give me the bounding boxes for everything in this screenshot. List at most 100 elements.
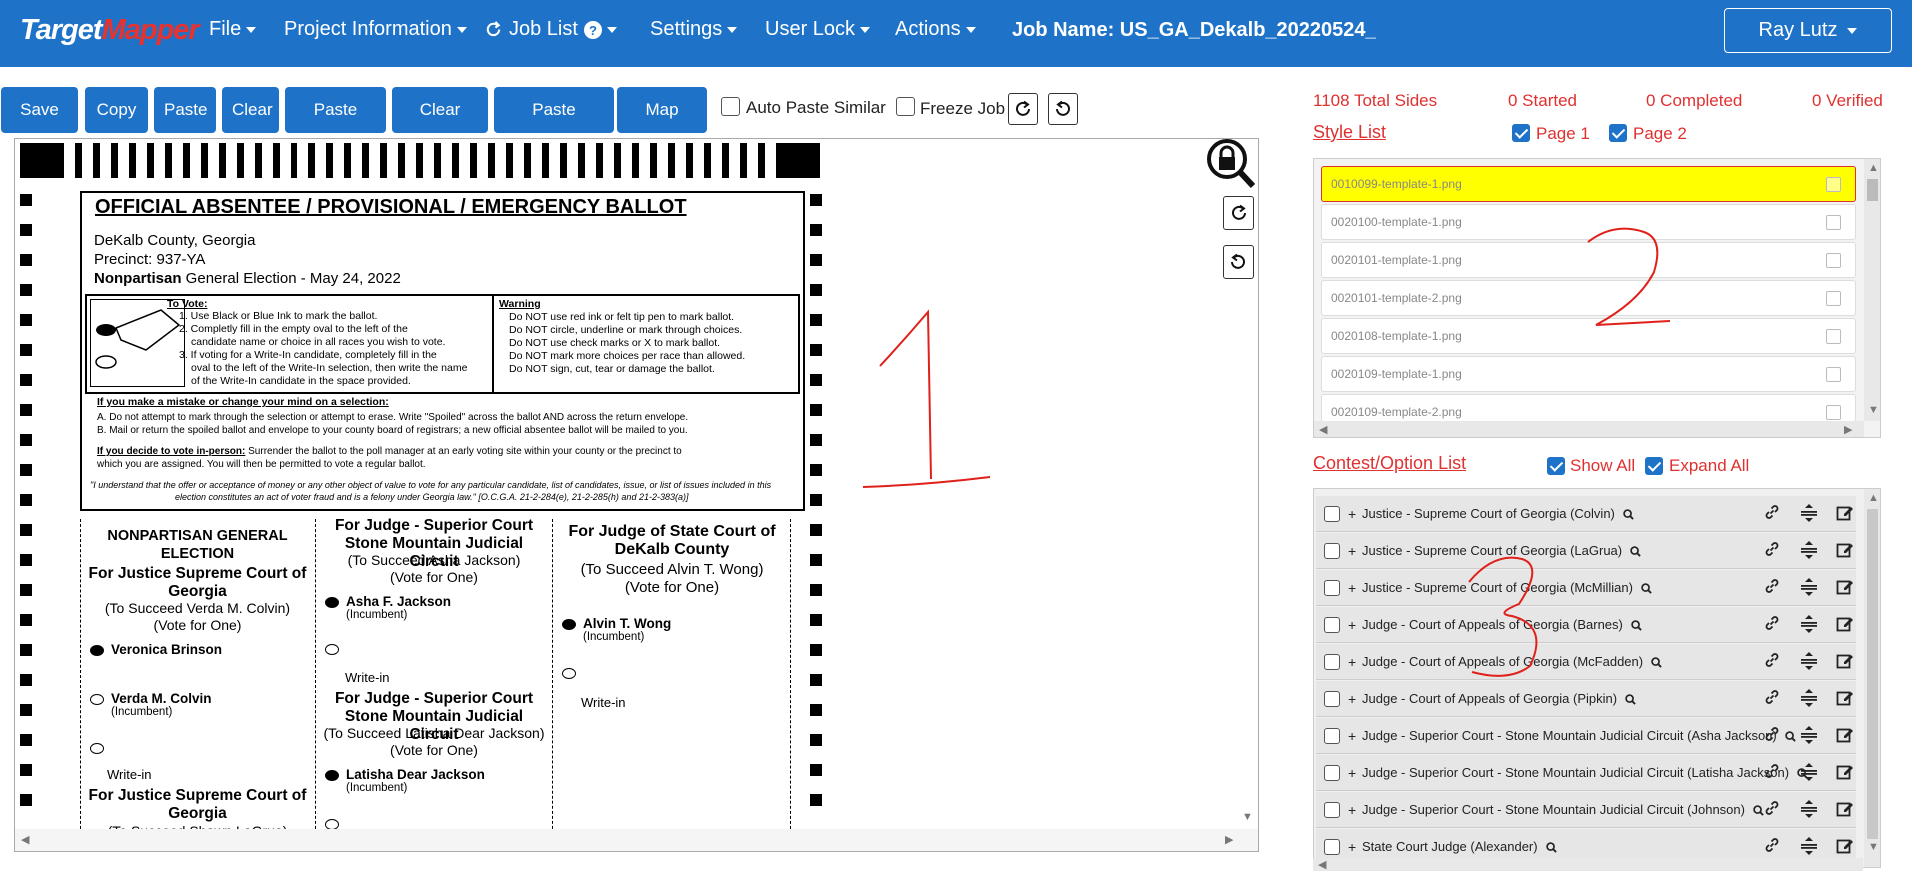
paste-button[interactable]: Paste [154,87,216,133]
edit-icon[interactable] [1836,504,1856,524]
scroll-down-arrow-icon[interactable]: ▼ [1242,811,1253,823]
scroll-right-arrow-icon[interactable]: ▶ [1225,833,1233,846]
rotate-counterclockwise-button[interactable] [1048,93,1078,125]
move-icon[interactable] [1800,762,1820,782]
contest-item-checkbox[interactable] [1324,728,1340,744]
clear-button[interactable]: Clear [222,87,279,133]
scroll-left-arrow-icon[interactable]: ◀ [1319,423,1327,436]
rotate-clockwise-button[interactable] [1008,93,1038,125]
search-icon[interactable] [1625,694,1636,705]
viewer-rotate-ccw-button[interactable] [1223,245,1254,279]
scroll-left-arrow-icon[interactable]: ◀ [1318,858,1326,871]
move-icon[interactable] [1800,614,1820,634]
contest-list-item[interactable]: + Justice - Supreme Court of Georgia (Col… [1316,496,1856,532]
contest-list-item[interactable]: + Judge - Court of Appeals of Georgia (Ba… [1316,607,1856,643]
contest-item-checkbox[interactable] [1324,654,1340,670]
style-item-checkbox[interactable] [1826,215,1841,230]
contest-item-checkbox[interactable] [1324,506,1340,522]
paste-similar-button[interactable]: Paste Similar [494,87,614,165]
edit-icon[interactable] [1836,763,1856,783]
expand-all-checkbox[interactable] [1645,457,1663,475]
style-item-checkbox[interactable] [1826,329,1841,344]
search-icon[interactable] [1753,805,1764,816]
move-icon[interactable] [1800,577,1820,597]
link-icon[interactable] [1764,652,1784,672]
edit-icon[interactable] [1836,800,1856,820]
expand-plus-icon[interactable]: + [1348,607,1356,643]
move-icon[interactable] [1800,725,1820,745]
page2-checkbox[interactable] [1609,124,1627,142]
edit-icon[interactable] [1836,726,1856,746]
move-icon[interactable] [1800,688,1820,708]
expand-plus-icon[interactable]: + [1348,792,1356,828]
scroll-down-arrow-icon[interactable]: ▼ [1868,841,1879,853]
link-icon[interactable] [1764,504,1784,524]
scroll-thumb[interactable] [1867,509,1878,839]
menu-project-information[interactable]: Project Information [284,18,467,41]
contest-list-item[interactable]: + Justice - Supreme Court of Georgia (LaG… [1316,533,1856,569]
style-list-link[interactable]: Style List [1313,122,1386,143]
save-all-button[interactable]: Save All [1,87,78,165]
auto-paste-similar-checkbox[interactable] [721,97,740,116]
link-icon[interactable] [1764,578,1784,598]
expand-plus-icon[interactable]: + [1348,570,1356,606]
refresh-icon[interactable] [484,20,503,39]
viewer-vertical-scrollbar[interactable]: ▼ [1237,809,1258,829]
expand-plus-icon[interactable]: + [1348,718,1356,754]
search-icon[interactable] [1641,583,1652,594]
contest-list-item[interactable]: + Judge - Superior Court - Stone Mountain… [1316,755,1856,791]
link-icon[interactable] [1764,726,1784,746]
user-menu-button[interactable]: Ray Lutz [1724,8,1892,53]
search-icon[interactable] [1623,509,1634,520]
contest-item-checkbox[interactable] [1324,543,1340,559]
link-icon[interactable] [1764,763,1784,783]
lock-zoom-icon[interactable] [1207,139,1255,191]
edit-icon[interactable] [1836,837,1856,857]
page1-checkbox[interactable] [1512,124,1530,142]
link-icon[interactable] [1764,837,1784,857]
menu-actions[interactable]: Actions [895,18,976,41]
contest-list-item[interactable]: + Judge - Superior Court - Stone Mountain… [1316,792,1856,828]
style-item-checkbox[interactable] [1826,405,1841,420]
contest-list-vertical-scrollbar[interactable]: ▲ ▼ [1864,489,1880,867]
menu-settings[interactable]: Settings [650,18,738,41]
link-icon[interactable] [1764,689,1784,709]
style-item-checkbox[interactable] [1826,367,1841,382]
style-item-checkbox[interactable] [1826,291,1841,306]
contest-item-checkbox[interactable] [1324,839,1340,855]
clear-rest-button[interactable]: Clear Rest [392,87,488,165]
search-icon[interactable] [1651,657,1662,668]
style-list-vertical-scrollbar[interactable]: ▲ ▼ [1864,159,1880,421]
ballot-viewer[interactable]: OFFICIAL ABSENTEE / PROVISIONAL / EMERGE… [14,138,1259,852]
search-icon[interactable] [1631,620,1642,631]
menu-job-list[interactable]: Job List? [484,18,617,41]
contest-list-item[interactable]: + Judge - Court of Appeals of Georgia (Pi… [1316,681,1856,717]
edit-icon[interactable] [1836,652,1856,672]
expand-plus-icon[interactable]: + [1348,496,1356,532]
contest-list-item[interactable]: + Justice - Supreme Court of Georgia (McM… [1316,570,1856,606]
search-icon[interactable] [1630,546,1641,557]
expand-plus-icon[interactable]: + [1348,681,1356,717]
style-list-item[interactable]: 0020109-template-1.png [1321,356,1856,392]
freeze-job-checkbox[interactable] [896,97,915,116]
expand-plus-icon[interactable]: + [1348,644,1356,680]
edit-icon[interactable] [1836,689,1856,709]
menu-file[interactable]: File [209,18,257,41]
menu-user-lock[interactable]: User Lock [765,18,871,41]
viewer-rotate-cw-button[interactable] [1223,196,1254,230]
style-item-checkbox[interactable] [1826,253,1841,268]
move-icon[interactable] [1800,651,1820,671]
contest-item-checkbox[interactable] [1324,580,1340,596]
style-list-horizontal-scrollbar[interactable]: ◀ ▶ [1314,421,1864,437]
scroll-thumb[interactable] [1867,179,1878,201]
show-all-checkbox[interactable] [1547,457,1565,475]
move-icon[interactable] [1800,836,1820,856]
contest-item-checkbox[interactable] [1324,802,1340,818]
search-icon[interactable] [1785,731,1796,742]
map-rest-button[interactable]: Map Rest [617,87,707,165]
scroll-up-arrow-icon[interactable]: ▲ [1868,492,1879,504]
viewer-horizontal-scrollbar[interactable]: ◀ ▶ [15,829,1258,851]
scroll-up-arrow-icon[interactable]: ▲ [1868,162,1879,174]
expand-plus-icon[interactable]: + [1348,533,1356,569]
move-icon[interactable] [1800,503,1820,523]
